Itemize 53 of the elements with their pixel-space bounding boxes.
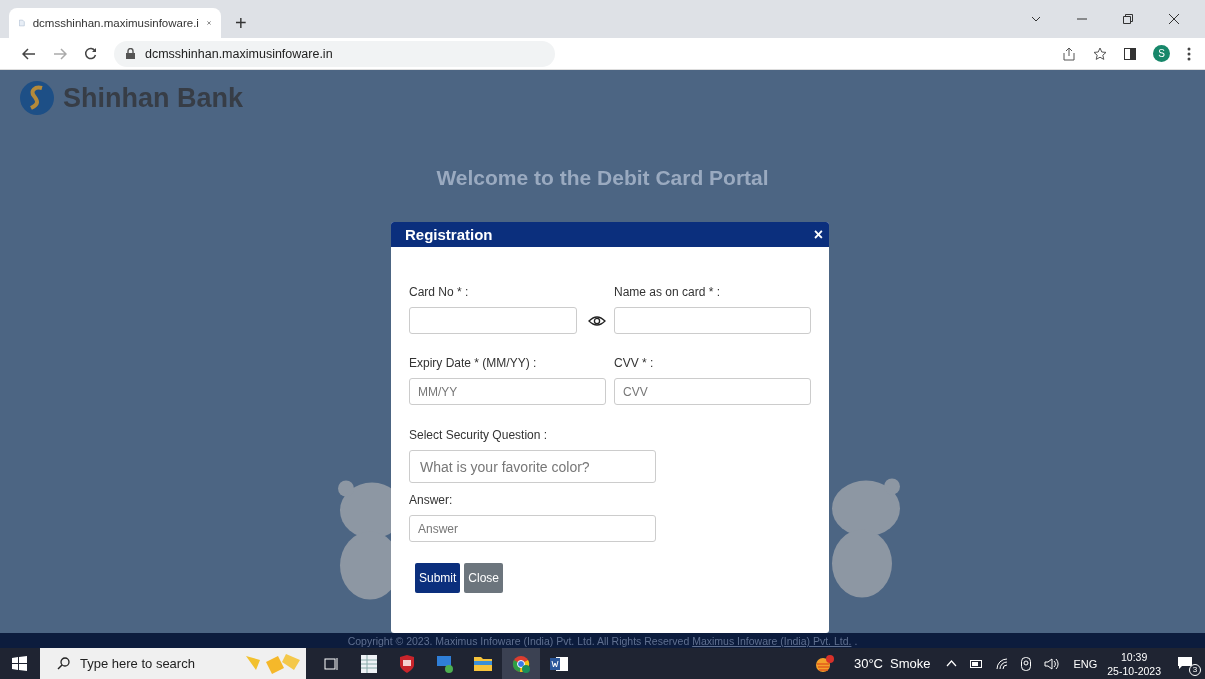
field-label: Select Security Question : [409, 428, 549, 442]
taskbar-search-field[interactable]: Type here to search [40, 648, 306, 679]
chevron-up-icon[interactable] [946, 660, 958, 667]
eye-icon[interactable] [588, 314, 606, 327]
clock-date[interactable]: 25-10-2023 [1107, 663, 1161, 678]
field-label: Expiry Date * (MM/YY) : [409, 356, 538, 370]
field-label: Name as on card * : [614, 285, 722, 299]
close-button[interactable]: × [813, 225, 823, 244]
wifi-icon[interactable] [996, 657, 1009, 670]
submit-button[interactable]: Submit [415, 563, 461, 593]
webcam-icon[interactable] [1021, 656, 1032, 671]
notification-count: 3 [1189, 663, 1201, 676]
close-icon[interactable] [1169, 14, 1179, 24]
language-indicator[interactable]: ENG [1073, 657, 1098, 670]
bank-name: Shinhan Bank [63, 82, 244, 114]
reload-icon[interactable] [84, 47, 97, 60]
notification-button[interactable]: 3 [1173, 651, 1201, 676]
share-icon[interactable] [1062, 46, 1076, 61]
restore-icon[interactable] [1123, 14, 1133, 24]
dialog-title: Registration [405, 226, 493, 243]
input-field[interactable]: What is your favorite color? [409, 450, 656, 483]
input-field[interactable] [614, 307, 811, 334]
profile-avatar[interactable]: S [1153, 45, 1170, 62]
new-tab-button[interactable]: + [231, 8, 251, 38]
clock-time[interactable]: 10:39 [1121, 649, 1148, 664]
input-field[interactable]: Answer [409, 515, 656, 542]
search-icon [57, 657, 70, 670]
field-label: CVV * : [614, 356, 655, 370]
chrome-app-icon[interactable] [502, 648, 540, 679]
portal-heading: Welcome to the Debit Card Portal [435, 166, 770, 190]
input-field[interactable]: CVV [614, 378, 811, 405]
bank-logo-icon [19, 80, 55, 116]
copyright-text: Copyright © 2023. Maximus Infoware (India) Pvt. Ltd. All Rights Reserved Maximus Infoware (India) Pvt. Ltd. . [347, 634, 858, 647]
address-field[interactable]: dcmsshinhan.maximusinfoware.in [114, 40, 555, 67]
message-icon [1177, 655, 1193, 670]
input-field[interactable] [409, 307, 577, 334]
close-button[interactable]: Close [464, 563, 504, 593]
menu-icon[interactable] [1187, 46, 1191, 61]
side-panel-icon[interactable] [1124, 47, 1136, 60]
field-label: Answer: [409, 493, 454, 507]
input-field[interactable]: MM/YY [409, 378, 606, 405]
star-icon[interactable] [1093, 46, 1107, 61]
lock-icon [126, 48, 135, 59]
speaker-icon[interactable] [1044, 657, 1061, 670]
weather-condition[interactable]: Smoke [889, 656, 931, 671]
browser-tab[interactable]: dcmsshinhan.maximusinfoware.i [9, 8, 221, 38]
chevron-down-icon[interactable] [1031, 16, 1041, 22]
weather-temperature[interactable]: 30°C [853, 656, 883, 671]
weather-icon[interactable] [814, 654, 835, 673]
battery-icon[interactable] [970, 659, 984, 668]
back-icon[interactable] [22, 47, 36, 60]
windows-start-icon[interactable] [12, 656, 27, 671]
field-label: Card No * : [409, 285, 470, 299]
